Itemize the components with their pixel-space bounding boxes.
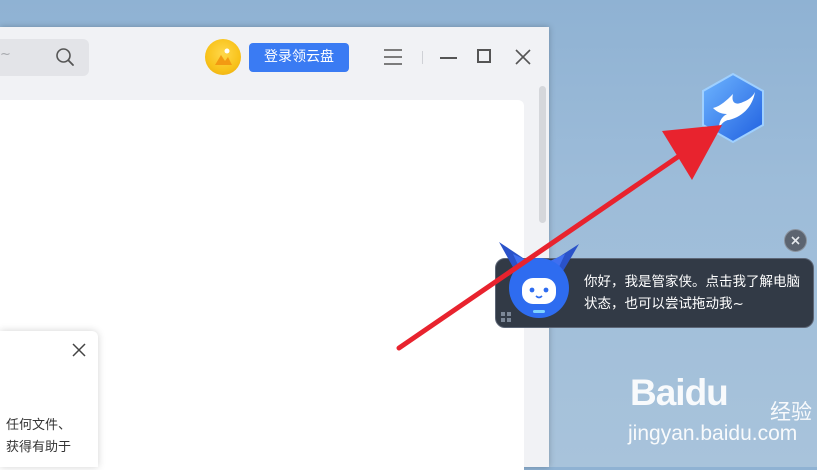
butler-float-icon[interactable] xyxy=(699,72,767,144)
search-placeholder: ~ xyxy=(0,47,11,62)
title-bar: ~ 登录领云盘 xyxy=(0,27,549,89)
popup-text: 任何文件、 获得有助于 xyxy=(0,415,98,459)
popup-close-icon[interactable] xyxy=(72,343,86,357)
maximize-icon[interactable] xyxy=(477,49,491,63)
bubble-close-button[interactable] xyxy=(784,229,807,252)
titlebar-divider xyxy=(422,51,423,64)
bubble-close-icon xyxy=(791,236,800,245)
butler-mascot-icon[interactable] xyxy=(495,240,583,322)
search-input[interactable]: ~ xyxy=(0,39,89,76)
minimize-icon[interactable] xyxy=(440,57,457,59)
avatar-icon xyxy=(215,48,232,65)
close-icon[interactable] xyxy=(514,48,532,66)
menu-icon[interactable] xyxy=(383,48,403,66)
watermark-brand: Baidu xyxy=(630,372,729,413)
login-cloud-button[interactable]: 登录领云盘 xyxy=(249,43,349,72)
popup-text-line1: 任何文件、 xyxy=(5,418,71,433)
bubble-grip-icon xyxy=(501,312,511,322)
avatar[interactable] xyxy=(205,39,241,75)
watermark-url: jingyan.baidu.com xyxy=(628,422,798,445)
scrollbar-thumb[interactable] xyxy=(539,86,546,223)
search-icon[interactable] xyxy=(55,47,75,67)
baidu-watermark: Baidu 经验 jingyan.baidu.com xyxy=(620,372,817,467)
butler-bubble-text: 你好，我是管家侠。点击我了解电脑状态，也可以尝试拖动我~ xyxy=(584,274,800,312)
notification-popup: 任何文件、 获得有助于 xyxy=(0,331,98,467)
popup-text-line2: 获得有助于 xyxy=(5,440,71,455)
